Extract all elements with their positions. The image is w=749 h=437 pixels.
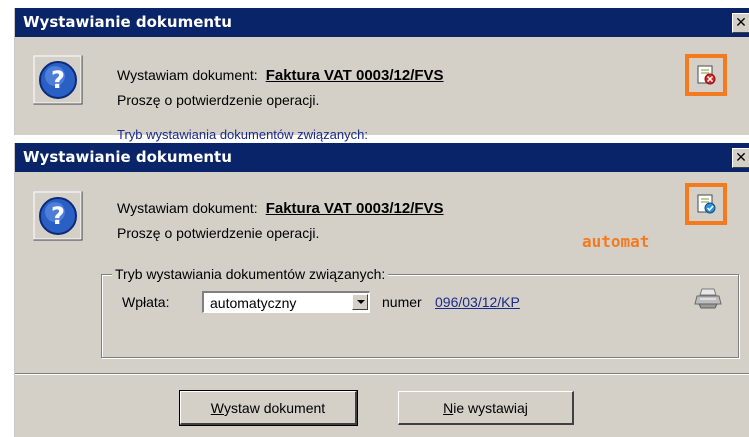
group-legend: Tryb wystawiania dokumentów związanych: bbox=[112, 266, 389, 282]
close-icon: ✕ bbox=[735, 150, 747, 166]
dialog-background: Wystawianie dokumentu ✕ ? Wystawiam doku… bbox=[14, 8, 749, 142]
message-prefix: Wystawiam dokument: bbox=[117, 200, 258, 216]
close-button[interactable]: ✕ bbox=[732, 13, 749, 33]
issue-document-button[interactable]: Wystaw dokument bbox=[179, 390, 358, 426]
printer-icon[interactable] bbox=[694, 287, 722, 309]
message-line: Wystawiam dokument: Faktura VAT 0003/12/F… bbox=[117, 200, 444, 217]
wplata-select[interactable]: automatyczny bbox=[202, 291, 370, 313]
do-not-issue-button[interactable]: Nie wystawiaj bbox=[398, 391, 574, 425]
button-label: ie wystawiaj bbox=[453, 399, 528, 416]
close-button[interactable]: ✕ bbox=[732, 148, 749, 168]
document-auto-icon[interactable] bbox=[695, 193, 717, 215]
chevron-down-icon[interactable] bbox=[352, 294, 368, 310]
cut-group-legend: Tryb wystawiania dokumentów związanych: bbox=[117, 127, 368, 142]
confirm-text: Proszę o potwierdzenie operacji. bbox=[117, 225, 320, 241]
numer-label: numer bbox=[382, 294, 422, 310]
document-link[interactable]: Faktura VAT 0003/12/FVS bbox=[266, 200, 444, 217]
titlebar[interactable]: Wystawianie dokumentu ✕ bbox=[15, 8, 749, 37]
svg-text:?: ? bbox=[51, 202, 65, 230]
wplata-label: Wpłata: bbox=[122, 294, 170, 310]
separator bbox=[15, 373, 749, 375]
numer-link[interactable]: 096/03/12/KP bbox=[435, 294, 520, 310]
confirm-text: Proszę o potwierdzenie operacji. bbox=[117, 92, 320, 108]
button-mnemonic: N bbox=[443, 399, 454, 416]
message-prefix: Wystawiam dokument: bbox=[117, 67, 258, 83]
annotation-label: automat bbox=[582, 232, 650, 251]
wplata-select-value: automatyczny bbox=[210, 295, 297, 311]
highlight-box bbox=[685, 183, 727, 225]
document-link[interactable]: Faktura VAT 0003/12/FVS bbox=[266, 67, 444, 84]
dialog-title: Wystawianie dokumentu bbox=[23, 13, 232, 31]
button-mnemonic: W bbox=[210, 399, 225, 416]
button-label: ystaw dokument bbox=[224, 399, 326, 416]
titlebar[interactable]: Wystawianie dokumentu ✕ bbox=[15, 143, 749, 172]
document-cancel-icon[interactable] bbox=[695, 64, 717, 86]
message-line: Wystawiam dokument: Faktura VAT 0003/12/F… bbox=[117, 67, 444, 84]
dialog-window: Wystawianie dokumentu ✕ ? Wystawiam doku… bbox=[14, 143, 749, 437]
dialog-title: Wystawianie dokumentu bbox=[23, 148, 232, 166]
related-docs-group: Tryb wystawiania dokumentów związanych: … bbox=[101, 266, 739, 358]
svg-text:?: ? bbox=[51, 66, 65, 94]
question-icon: ? bbox=[33, 55, 83, 105]
question-icon: ? bbox=[33, 191, 83, 241]
close-icon: ✕ bbox=[735, 15, 747, 31]
highlight-box bbox=[685, 54, 727, 96]
